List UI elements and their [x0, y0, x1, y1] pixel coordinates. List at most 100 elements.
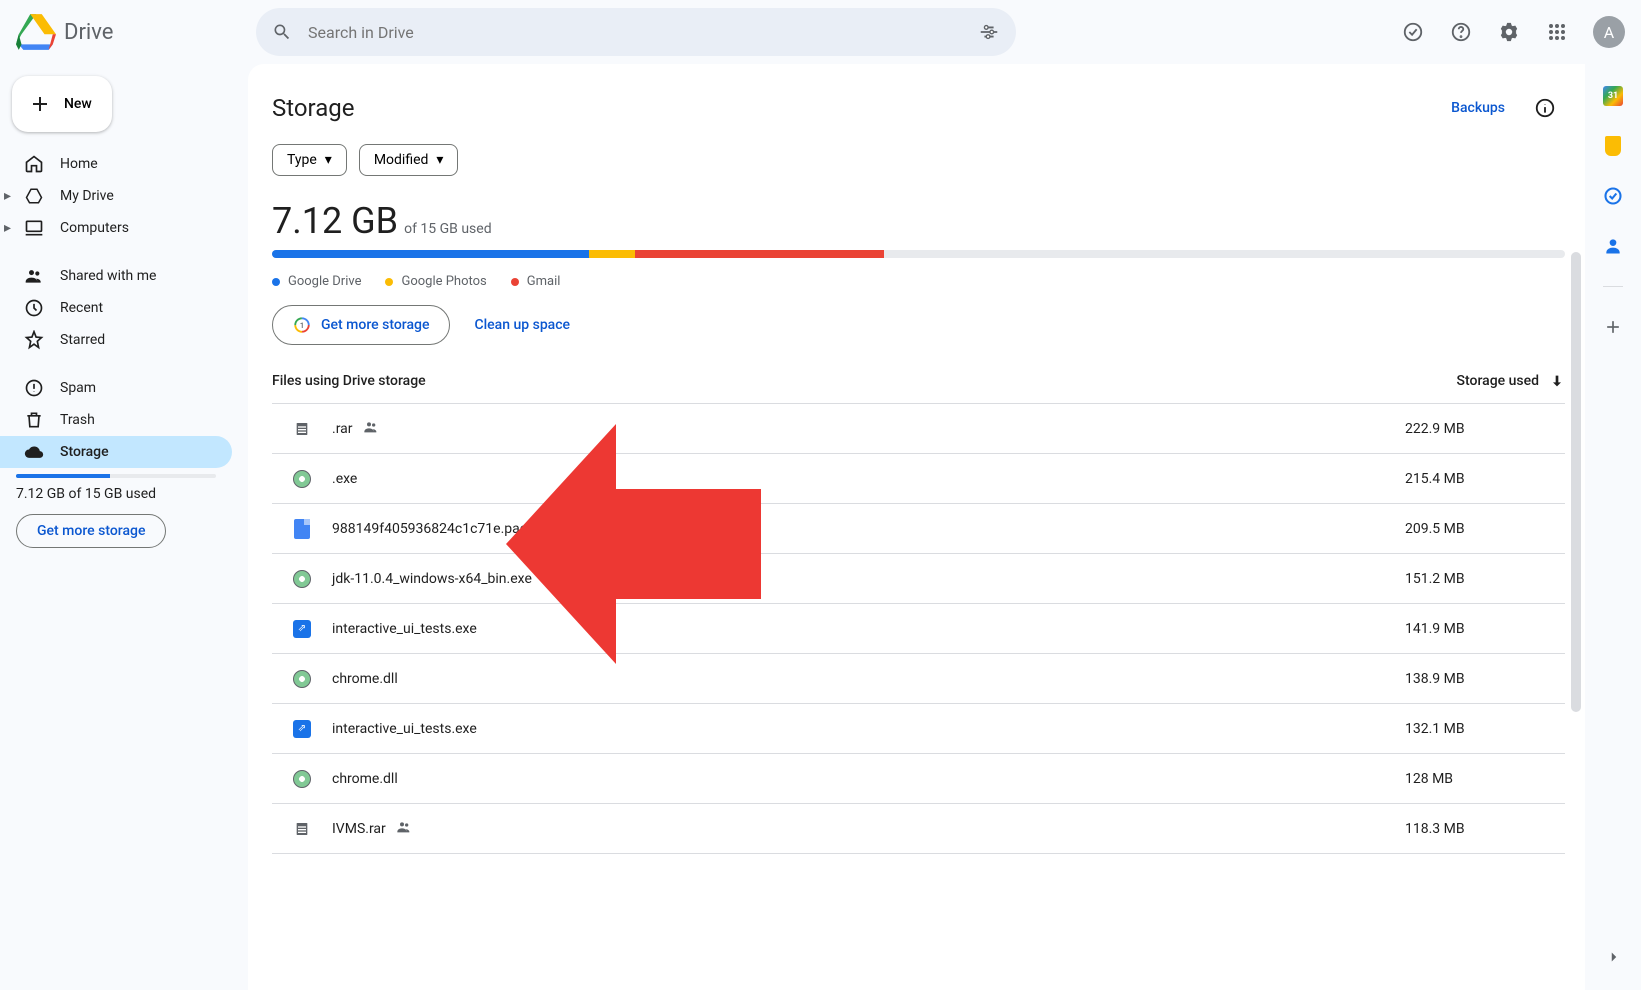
segment-gmail [635, 250, 883, 258]
storage-quota-text: of 15 GB used [404, 221, 492, 237]
star-icon [24, 330, 44, 350]
logo-area[interactable]: Drive [16, 12, 248, 52]
search-options-icon[interactable] [978, 21, 1000, 43]
nav-trash[interactable]: Trash [0, 404, 232, 436]
nav-storage[interactable]: Storage [0, 436, 232, 468]
disc-file-icon [292, 569, 312, 589]
nav-mydrive[interactable]: ▸My Drive [0, 180, 232, 212]
nav-shared[interactable]: Shared with me [0, 260, 232, 292]
file-size: 141.9 MB [1405, 621, 1565, 637]
spam-icon [24, 378, 44, 398]
segment-drive [272, 250, 589, 258]
file-name: chrome.dll [332, 671, 1405, 687]
tasks-icon[interactable] [1603, 186, 1623, 206]
collapse-sidepanel-icon[interactable] [1605, 948, 1623, 970]
file-row[interactable]: chrome.dll138.9 MB [272, 654, 1565, 704]
main-content: Storage Backups Type▾ Modified▾ 7.12 GB … [248, 64, 1585, 990]
table-header: Files using Drive storage Storage used [272, 373, 1565, 404]
column-size[interactable]: Storage used [1457, 373, 1539, 389]
home-icon [24, 154, 44, 174]
cloud-icon [24, 442, 44, 462]
help-icon[interactable] [1441, 12, 1481, 52]
topbar-actions: A [1393, 12, 1625, 52]
drive-icon [24, 187, 44, 205]
nav-computers[interactable]: ▸Computers [0, 212, 232, 244]
storage-breakdown-bar [272, 250, 1565, 258]
expand-icon[interactable]: ▸ [4, 220, 11, 236]
file-name: interactive_ui_tests.exe [332, 721, 1405, 737]
file-row[interactable]: ⇗ interactive_ui_tests.exe132.1 MB [272, 704, 1565, 754]
file-list: .rar222.9 MB.exe215.4 MB988149f405936824… [272, 404, 1565, 854]
legend-photos: Google Photos [385, 274, 486, 289]
settings-icon[interactable] [1489, 12, 1529, 52]
add-addon-icon[interactable] [1603, 317, 1623, 337]
topbar: Drive A [0, 0, 1641, 64]
contacts-icon[interactable] [1603, 236, 1623, 256]
proj-file-icon: ⇗ [292, 719, 312, 739]
legend-drive: Google Drive [272, 274, 361, 289]
file-size: 118.3 MB [1405, 821, 1565, 837]
sidebar-storage-bar [16, 474, 216, 478]
recent-icon [24, 298, 44, 318]
svg-text:1: 1 [300, 321, 304, 330]
computers-icon [24, 218, 44, 238]
file-row[interactable]: chrome.dll128 MB [272, 754, 1565, 804]
file-row[interactable]: ⇗interactive_ui_tests.exe141.9 MB [272, 604, 1565, 654]
nav-starred[interactable]: Starred [0, 324, 232, 356]
chevron-down-icon: ▾ [325, 152, 332, 168]
chevron-down-icon: ▾ [436, 152, 443, 168]
column-files: Files using Drive storage [272, 373, 426, 389]
segment-photos [589, 250, 636, 258]
plus-icon [28, 92, 52, 116]
apps-icon[interactable] [1537, 12, 1577, 52]
trash-icon [24, 410, 44, 430]
file-row[interactable]: 988149f405936824c1c71e.pack209.5 MB [272, 504, 1565, 554]
legend-gmail: Gmail [511, 274, 561, 289]
file-name: .rar [332, 419, 1405, 439]
sort-desc-icon[interactable] [1549, 373, 1565, 389]
file-row[interactable]: IVMS.rar118.3 MB [272, 804, 1565, 854]
sidebar: New Home ▸My Drive ▸Computers Shared wit… [0, 64, 248, 990]
drive-logo-icon [16, 12, 56, 52]
file-name: interactive_ui_tests.exe [332, 621, 1405, 637]
expand-icon[interactable]: ▸ [4, 188, 11, 204]
search-icon [272, 22, 292, 42]
nav-spam[interactable]: Spam [0, 372, 232, 404]
rar-file-icon [292, 419, 312, 439]
file-row[interactable]: .exe215.4 MB [272, 454, 1565, 504]
search-input[interactable] [308, 23, 962, 42]
clean-up-link[interactable]: Clean up space [474, 317, 570, 333]
file-size: 132.1 MB [1405, 721, 1565, 737]
shared-icon [24, 266, 44, 286]
file-row[interactable]: jdk-11.0.4_windows-x64_bin.exe151.2 MB [272, 554, 1565, 604]
file-size: 222.9 MB [1405, 421, 1565, 437]
sidebar-usage-text: 7.12 GB of 15 GB used [16, 486, 216, 502]
search-bar[interactable] [256, 8, 1016, 56]
file-name: .exe [332, 471, 1405, 487]
info-icon[interactable] [1525, 88, 1565, 128]
scrollbar[interactable] [1571, 252, 1581, 712]
backups-link[interactable]: Backups [1451, 100, 1505, 116]
get-more-storage-button[interactable]: 1 Get more storage [272, 305, 450, 345]
shared-indicator-icon [396, 819, 412, 839]
file-name: 988149f405936824c1c71e.pack [332, 521, 1405, 537]
shared-indicator-icon [363, 419, 379, 439]
keep-icon[interactable] [1603, 136, 1623, 156]
nav-recent[interactable]: Recent [0, 292, 232, 324]
file-size: 209.5 MB [1405, 521, 1565, 537]
nav-home[interactable]: Home [0, 148, 232, 180]
offline-ready-icon[interactable] [1393, 12, 1433, 52]
file-name: jdk-11.0.4_windows-x64_bin.exe [332, 571, 1405, 587]
file-size: 128 MB [1405, 771, 1565, 787]
filter-type[interactable]: Type▾ [272, 144, 347, 176]
file-name: IVMS.rar [332, 819, 1405, 839]
new-button[interactable]: New [12, 76, 112, 132]
file-row[interactable]: .rar222.9 MB [272, 404, 1565, 454]
file-size: 151.2 MB [1405, 571, 1565, 587]
avatar[interactable]: A [1593, 16, 1625, 48]
page-title: Storage [272, 94, 354, 122]
calendar-icon[interactable]: 31 [1603, 86, 1623, 106]
disc-file-icon [292, 669, 312, 689]
filter-modified[interactable]: Modified▾ [359, 144, 459, 176]
sidebar-get-storage-button[interactable]: Get more storage [16, 514, 166, 548]
